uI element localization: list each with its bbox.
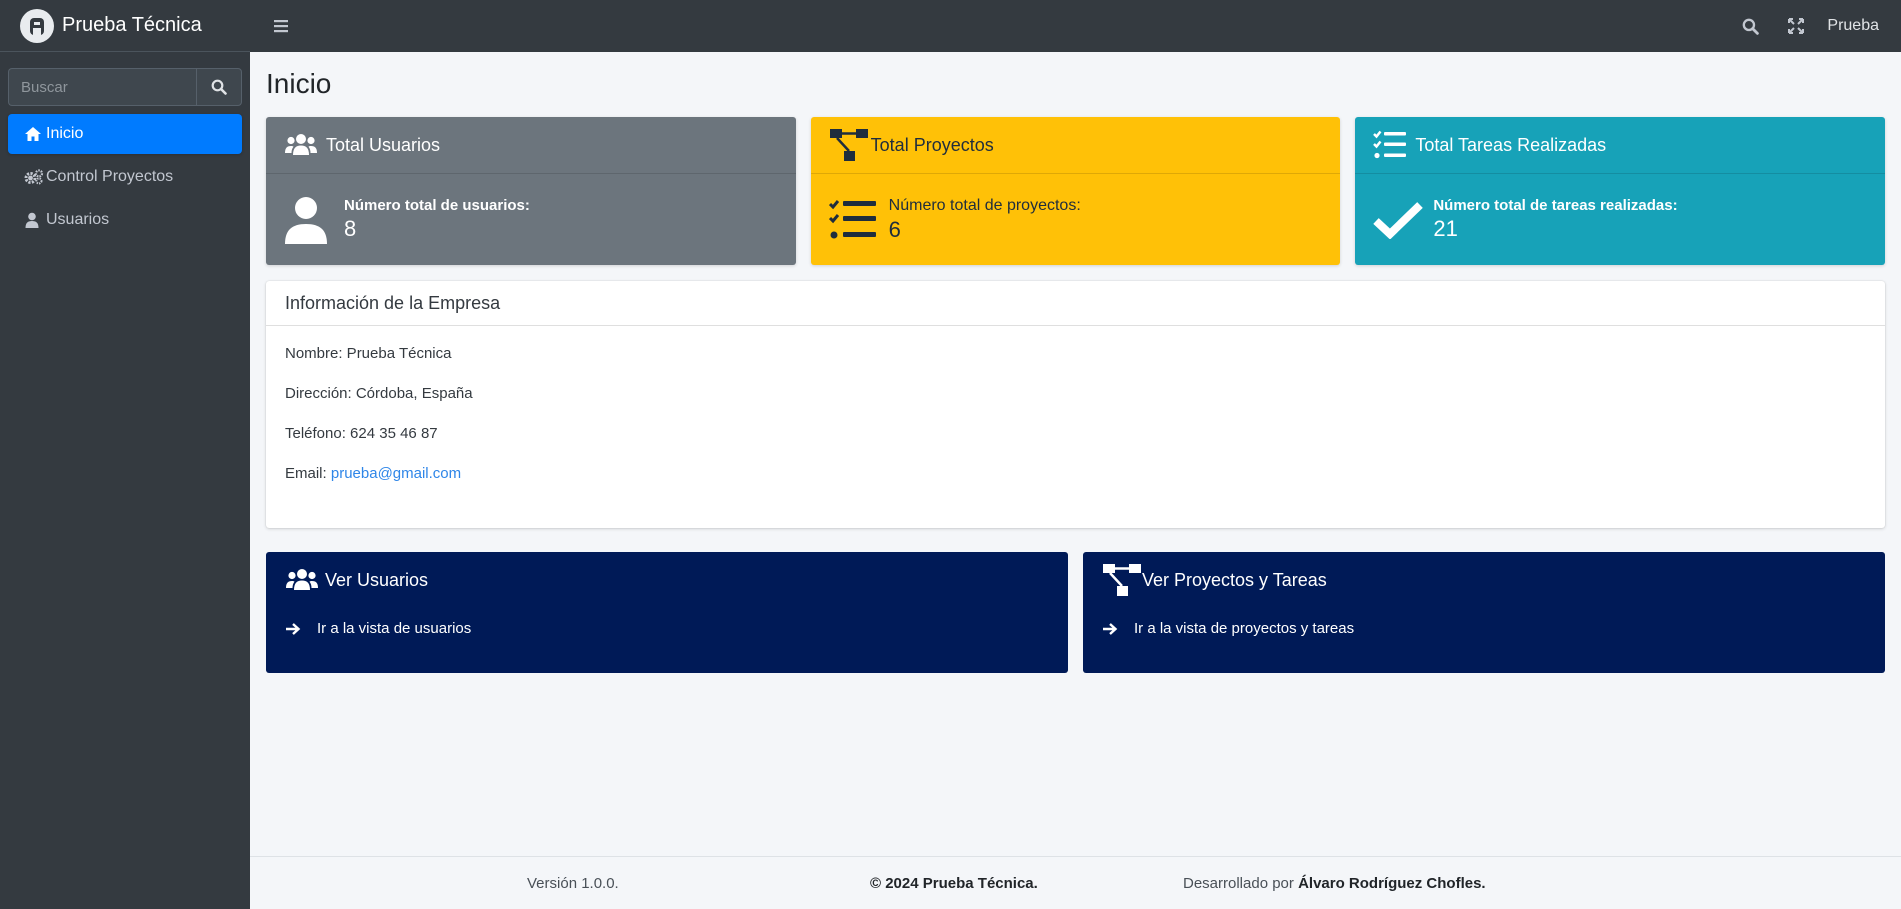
stat-card-title: Total Proyectos bbox=[870, 134, 994, 155]
hamburger-icon bbox=[274, 20, 288, 33]
sidebar-nav: Inicio Control Proyectos Usuarios bbox=[0, 114, 250, 240]
search-button[interactable] bbox=[196, 68, 242, 106]
arrow-right-icon bbox=[285, 622, 317, 636]
search-input[interactable] bbox=[8, 68, 196, 106]
stat-card-projects: Total Proyectos Número total de proyecto… bbox=[810, 117, 1341, 265]
user-icon bbox=[284, 196, 344, 244]
search-icon bbox=[211, 79, 227, 95]
company-address: Dirección: Córdoba, España bbox=[285, 385, 473, 402]
company-name: Nombre: Prueba Técnica bbox=[285, 345, 452, 362]
stat-card-body: Número total de tareas realizadas: 21 bbox=[1355, 174, 1885, 265]
fullscreen-icon bbox=[1788, 18, 1805, 34]
sidebar-item-label: Control Proyectos bbox=[46, 168, 174, 185]
stat-label: Número total de tareas realizadas: bbox=[1433, 197, 1678, 214]
sitemap-icon bbox=[1102, 563, 1142, 597]
company-phone: Teléfono: 624 35 46 87 bbox=[285, 425, 438, 442]
menu-toggle-button[interactable] bbox=[274, 19, 290, 33]
sitemap-icon bbox=[829, 128, 871, 162]
stat-label: Número total de proyectos: bbox=[888, 196, 1081, 214]
company-email-link[interactable]: prueba@gmail.com bbox=[331, 465, 461, 482]
top-navbar: Prueba bbox=[250, 0, 1901, 52]
link-card-title-text: Ver Proyectos y Tareas bbox=[1142, 569, 1327, 590]
stat-label: Número total de usuarios: bbox=[344, 197, 530, 214]
sidebar-search bbox=[8, 68, 242, 106]
brand-name: Prueba Técnica bbox=[62, 14, 202, 36]
sidebar-item-inicio[interactable]: Inicio bbox=[8, 114, 242, 154]
footer-version: Versión 1.0.0. bbox=[527, 874, 619, 892]
company-email-row: Email: prueba@gmail.com bbox=[285, 464, 1866, 504]
tasks-icon bbox=[1373, 130, 1415, 160]
footer-dev-prefix: Desarrollado por bbox=[1183, 874, 1294, 892]
user-icon bbox=[24, 212, 46, 228]
footer-copyright: © 2024 Prueba Técnica. bbox=[870, 874, 1038, 892]
sidebar-item-usuarios[interactable]: Usuarios bbox=[8, 200, 242, 240]
footer-dev-name: Álvaro Rodríguez Chofles. bbox=[1298, 874, 1486, 892]
company-info-card: Información de la Empresa Nombre: Prueba… bbox=[266, 281, 1885, 528]
company-email-label: Email: bbox=[285, 465, 327, 482]
link-card-projects[interactable]: Ver Proyectos y Tareas Ir a la vista de … bbox=[1083, 552, 1885, 673]
link-users[interactable]: Ir a la vista de usuarios bbox=[285, 620, 1049, 637]
link-card-title-text: Ver Usuarios bbox=[325, 569, 429, 590]
link-card-title: Ver Usuarios bbox=[285, 564, 1049, 596]
footer: Versión 1.0.0. © 2024 Prueba Técnica. De… bbox=[250, 856, 1901, 909]
arrow-right-icon bbox=[1102, 622, 1134, 636]
user-menu[interactable]: Prueba bbox=[1827, 17, 1879, 35]
sidebar-item-label: Usuarios bbox=[46, 211, 110, 228]
stat-value: 21 bbox=[1433, 216, 1458, 241]
users-icon bbox=[284, 133, 326, 157]
main-content: Inicio Total Usuarios Número total de us… bbox=[250, 52, 1901, 856]
check-icon bbox=[1373, 201, 1433, 239]
footer-developer: Desarrollado por Álvaro Rodríguez Chofle… bbox=[1183, 875, 1486, 892]
link-card-title: Ver Proyectos y Tareas bbox=[1102, 564, 1866, 596]
sidebar-item-label: Inicio bbox=[46, 125, 84, 142]
link-projects[interactable]: Ir a la vista de proyectos y tareas bbox=[1102, 620, 1866, 637]
page-title: Inicio bbox=[266, 68, 332, 99]
search-icon bbox=[1742, 18, 1759, 35]
navbar-search-button[interactable] bbox=[1727, 0, 1773, 52]
stat-card-title: Total Tareas Realizadas bbox=[1415, 134, 1607, 155]
logo-icon bbox=[20, 8, 54, 43]
link-text: Ir a la vista de usuarios bbox=[317, 620, 472, 637]
company-info-body: Nombre: Prueba Técnica Dirección: Córdob… bbox=[266, 326, 1885, 522]
stat-card-tasks: Total Tareas Realizadas Número total de … bbox=[1355, 117, 1886, 265]
stat-card-header: Total Proyectos bbox=[810, 117, 1341, 174]
sidebar-item-control-proyectos[interactable]: Control Proyectos bbox=[8, 157, 242, 197]
link-text: Ir a la vista de proyectos y tareas bbox=[1134, 620, 1355, 637]
stat-value: 8 bbox=[344, 216, 357, 241]
stat-card-users: Total Usuarios Número total de usuarios:… bbox=[266, 117, 796, 265]
company-info-header: Información de la Empresa bbox=[266, 281, 1885, 326]
users-icon bbox=[285, 568, 325, 592]
gears-icon bbox=[24, 169, 46, 185]
stat-card-body: Número total de usuarios: 8 bbox=[266, 174, 796, 265]
stat-card-header: Total Usuarios bbox=[266, 117, 796, 174]
stat-card-header: Total Tareas Realizadas bbox=[1355, 117, 1886, 174]
stats-row: Total Usuarios Número total de usuarios:… bbox=[266, 117, 1886, 265]
stat-value: 6 bbox=[888, 216, 901, 242]
tasks-icon bbox=[828, 199, 889, 241]
quick-links-row: Ver Usuarios Ir a la vista de usuarios V… bbox=[266, 552, 1885, 673]
stat-card-body: Número total de proyectos: 6 bbox=[811, 174, 1341, 265]
fullscreen-button[interactable] bbox=[1773, 0, 1819, 52]
home-icon bbox=[24, 126, 46, 142]
stat-card-title: Total Usuarios bbox=[326, 134, 441, 155]
brand-link[interactable]: Prueba Técnica bbox=[0, 0, 250, 52]
link-card-users[interactable]: Ver Usuarios Ir a la vista de usuarios bbox=[266, 552, 1068, 673]
sidebar: Prueba Técnica Inicio Control Proyectos … bbox=[0, 0, 250, 909]
